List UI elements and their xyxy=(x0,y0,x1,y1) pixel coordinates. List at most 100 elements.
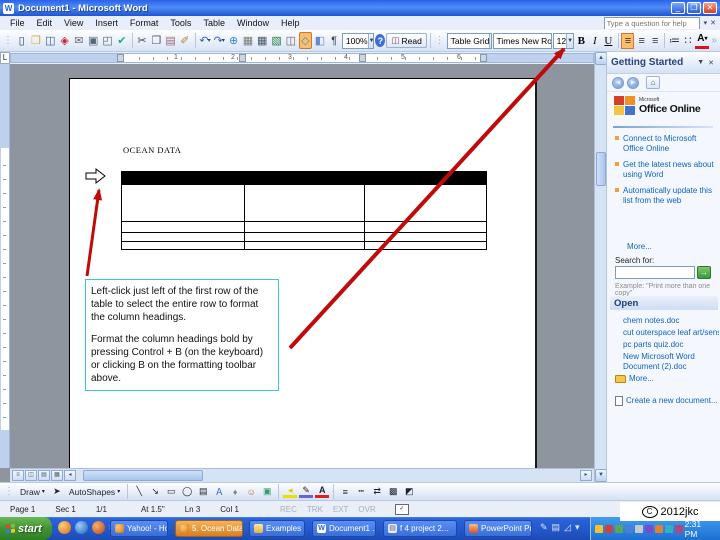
table-header-row-selected[interactable] xyxy=(121,171,487,185)
arrow-style-icon[interactable]: ⇄ xyxy=(370,485,384,498)
autoshapes-menu-button[interactable]: AutoShapes ▾ xyxy=(66,486,123,498)
create-new-document-link[interactable]: Create a new document... xyxy=(626,396,718,406)
recent-file-link[interactable]: chem notes.doc xyxy=(623,316,719,326)
italic-button[interactable]: I xyxy=(589,33,602,49)
forward-icon[interactable]: ▶ xyxy=(627,76,639,89)
maximize-button[interactable]: ❐ xyxy=(687,2,701,14)
oval-icon[interactable]: ◯ xyxy=(180,485,194,498)
more-files-link[interactable]: More... xyxy=(629,374,654,384)
menu-edit[interactable]: Edit xyxy=(31,17,59,29)
toolbar-overflow-icon[interactable]: » xyxy=(711,35,717,46)
read-button[interactable]: ◫ Read xyxy=(386,33,427,48)
taskbar-button-ocean-data[interactable]: 5. Ocean Data ... xyxy=(175,520,243,537)
insert-table-icon[interactable]: ▦ xyxy=(256,32,269,49)
latest-news-link[interactable]: Get the latest news about using Word xyxy=(623,160,717,180)
menubar-close-icon[interactable]: ✕ xyxy=(710,19,716,27)
menu-format[interactable]: Format xyxy=(124,17,165,29)
print-layout-view-icon[interactable]: ▤ xyxy=(38,470,50,481)
rectangle-icon[interactable]: ▭ xyxy=(164,485,178,498)
task-pane-close-icon[interactable]: ✕ xyxy=(706,59,716,67)
back-icon[interactable]: ◀ xyxy=(612,76,624,89)
taskbar-button-powerpoint[interactable]: PowerPoint Pre... xyxy=(464,520,532,537)
diagram-icon[interactable]: ♦ xyxy=(228,485,242,498)
recent-file-link[interactable]: New Microsoft Word Document (2).doc xyxy=(623,352,719,372)
numbered-list-icon[interactable]: ≔ xyxy=(668,33,681,49)
columns-icon[interactable]: ◫ xyxy=(284,32,297,49)
table-cell[interactable] xyxy=(243,242,365,249)
recent-file-link[interactable]: cut outerspace leaf art/senses used xyxy=(623,328,719,338)
spelling-icon[interactable]: ✔ xyxy=(115,32,128,49)
draw-font-color-icon[interactable]: A xyxy=(315,485,330,498)
search-go-icon[interactable]: → xyxy=(697,266,711,279)
quick-launch-firefox-icon[interactable] xyxy=(58,521,71,534)
select-objects-icon[interactable]: ➤ xyxy=(50,485,64,498)
menu-tools[interactable]: Tools xyxy=(164,17,197,29)
scroll-right-icon[interactable]: ▸ xyxy=(580,470,592,481)
threed-style-icon[interactable]: ◩ xyxy=(402,485,416,498)
font-combo[interactable]: Times New Roman▼ xyxy=(492,32,552,49)
normal-view-icon[interactable]: ≡ xyxy=(12,470,24,481)
show-paragraph-icon[interactable]: ¶ xyxy=(328,32,341,49)
taskbar-button-document1[interactable]: W Document1 ... xyxy=(312,520,376,537)
fill-color-icon[interactable]: ◂ xyxy=(283,485,298,498)
zoom-combo[interactable]: 100% ▼ xyxy=(341,32,375,49)
word-art-icon[interactable]: Ａ xyxy=(212,485,226,498)
task-pane-dropdown-icon[interactable]: ▼ xyxy=(695,59,706,66)
more-link[interactable]: More... xyxy=(627,242,652,252)
scroll-left-icon[interactable]: ◂ xyxy=(64,470,76,481)
line-color-icon[interactable]: ✎ xyxy=(299,485,314,498)
table-cell[interactable] xyxy=(243,185,365,221)
permission-icon[interactable]: ◈ xyxy=(58,32,71,49)
status-trk-toggle[interactable]: TRK xyxy=(302,505,328,514)
status-ext-toggle[interactable]: EXT xyxy=(328,505,354,514)
office-online-link[interactable]: Connect to Microsoft Office Online xyxy=(623,134,717,154)
document-map-icon[interactable]: ◧ xyxy=(313,32,326,49)
pen-input-icon[interactable]: ✎ xyxy=(540,522,548,533)
table-cell[interactable] xyxy=(122,185,244,221)
tables-borders-icon[interactable]: ▦ xyxy=(241,32,254,49)
search-input[interactable] xyxy=(616,267,694,278)
quick-launch-browser-icon[interactable] xyxy=(75,521,88,534)
question-dropdown-icon[interactable]: ▾ xyxy=(704,19,708,27)
security-shield-tray-icon[interactable] xyxy=(595,524,603,533)
table-cell[interactable] xyxy=(122,242,244,249)
language-bar-icon[interactable]: ◿ xyxy=(564,522,571,533)
drawbar-grip[interactable]: ⋮ xyxy=(4,486,14,497)
table-column-marker[interactable] xyxy=(480,54,487,62)
home-icon[interactable]: ⌂ xyxy=(646,76,660,89)
underline-button[interactable]: U xyxy=(602,33,615,49)
insert-picture-icon[interactable]: ▣ xyxy=(260,485,274,498)
email-icon[interactable]: ✉ xyxy=(72,32,85,49)
taskbar-button-f4-project[interactable]: ▤ f 4 project 2... xyxy=(383,520,457,537)
align-right-icon[interactable]: ≡ xyxy=(649,33,662,49)
menu-help[interactable]: Help xyxy=(275,17,306,29)
menu-insert[interactable]: Insert xyxy=(89,17,124,29)
table-cell[interactable] xyxy=(364,233,486,241)
horizontal-scroll-thumb[interactable] xyxy=(83,470,203,481)
drawing-icon[interactable]: ◇ xyxy=(298,32,313,49)
open-icon[interactable]: ❒ xyxy=(29,32,42,49)
taskbar-button-yahoo[interactable]: Yahoo! - Hotm... xyxy=(110,520,168,537)
style-combo[interactable]: Table Grid▼ xyxy=(446,32,492,49)
table-cell[interactable] xyxy=(122,233,244,241)
status-ovr-toggle[interactable]: OVR xyxy=(353,505,380,514)
align-center-icon[interactable]: ≡ xyxy=(635,33,648,49)
tray-icon[interactable] xyxy=(634,524,643,533)
print-preview-icon[interactable]: ◰ xyxy=(101,32,114,49)
table-column-marker[interactable] xyxy=(359,54,366,62)
vertical-scroll-thumb[interactable] xyxy=(596,152,606,186)
table-cell[interactable] xyxy=(364,242,486,249)
align-left-icon[interactable]: ≡ xyxy=(621,32,635,49)
table-cell[interactable] xyxy=(243,233,365,241)
document-page[interactable]: OCEAN DATA Left-click just left of the f… xyxy=(69,78,537,468)
tray-icon[interactable] xyxy=(664,524,673,533)
menu-table[interactable]: Table xyxy=(197,17,231,29)
insert-excel-icon[interactable]: ▧ xyxy=(270,32,283,49)
arrow-icon[interactable]: ↘ xyxy=(148,485,162,498)
paste-icon[interactable]: ▤ xyxy=(164,32,177,49)
line-style-icon[interactable]: ≡ xyxy=(338,485,352,498)
tray-icon[interactable] xyxy=(624,524,633,533)
clip-art-icon[interactable]: ☺ xyxy=(244,485,258,498)
draw-menu-button[interactable]: Draw ▾ xyxy=(17,486,48,498)
table-cell[interactable] xyxy=(364,185,486,221)
